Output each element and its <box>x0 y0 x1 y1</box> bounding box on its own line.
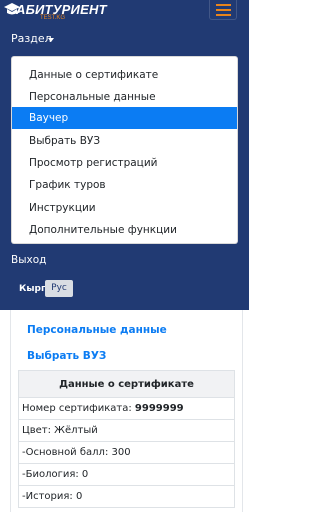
hamburger-menu-button[interactable] <box>209 0 237 20</box>
history-score-row: -История: 0 <box>18 486 235 508</box>
logout-link[interactable]: Выход <box>11 254 46 266</box>
certificate-color-row: Цвет: Жёлтый <box>18 420 235 442</box>
dropdown-item-instructions[interactable]: Инструкции <box>12 197 237 219</box>
dropdown-item-registrations[interactable]: Просмотр регистраций <box>12 152 237 174</box>
brand-subtitle: TEST.KG <box>40 15 66 21</box>
base-score-row: -Основной балл: 300 <box>18 442 235 464</box>
main-content: Персональные данные Выбрать ВУЗ Данные о… <box>10 310 243 512</box>
dropdown-item-choose-vuz[interactable]: Выбрать ВУЗ <box>12 130 237 152</box>
page: АБИТУРИЕНТ TEST.KG Раздел Данные о серти… <box>0 0 249 512</box>
hamburger-menu-icon-bar <box>216 9 231 11</box>
certificate-number-row: Номер сертификата: 9999999 <box>18 398 235 420</box>
dropdown-item-voucher[interactable]: Ваучер <box>12 107 237 129</box>
hamburger-menu-icon-bar <box>216 14 231 16</box>
hamburger-menu-icon <box>216 4 231 6</box>
caret-down-icon <box>48 38 54 42</box>
lang-russian-button[interactable]: Рус <box>45 280 73 297</box>
dropdown-item-extra-functions[interactable]: Дополнительные функции <box>12 219 237 241</box>
navbar: АБИТУРИЕНТ TEST.KG Раздел Данные о серти… <box>0 0 249 310</box>
section-dropdown-toggle[interactable]: Раздел <box>11 32 52 45</box>
biology-score-row: -Биология: 0 <box>18 464 235 486</box>
dropdown-item-personal-data[interactable]: Персональные данные <box>12 86 237 108</box>
personal-data-link[interactable]: Персональные данные <box>27 324 167 336</box>
certificate-card-header: Данные о сертификате <box>18 370 235 398</box>
lang-kyrgyz-button[interactable]: Кырг <box>19 284 46 294</box>
section-dropdown-menu: Данные о сертификате Персональные данные… <box>11 56 238 244</box>
certificate-number-value: 9999999 <box>134 403 184 414</box>
brand-logo[interactable]: АБИТУРИЕНТ TEST.KG <box>0 0 120 22</box>
dropdown-item-tour-schedule[interactable]: График туров <box>12 174 237 196</box>
choose-vuz-link[interactable]: Выбрать ВУЗ <box>27 350 106 362</box>
dropdown-item-certificate[interactable]: Данные о сертификате <box>12 64 237 86</box>
certificate-number-label: Номер сертификата: <box>22 403 135 414</box>
